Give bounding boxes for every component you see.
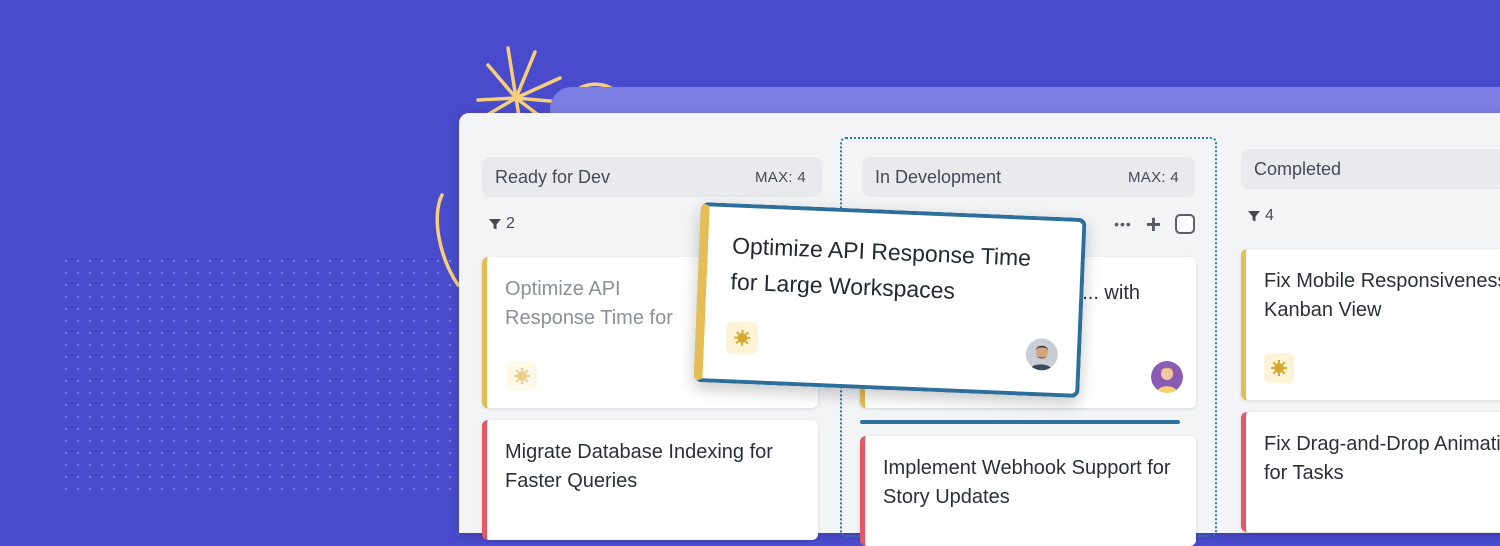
column-title: Completed	[1254, 158, 1342, 179]
column-header[interactable]: Completed	[1241, 149, 1500, 189]
add-card-button[interactable]: +	[1146, 209, 1161, 240]
avatar	[1151, 361, 1183, 393]
filter-count[interactable]: 4	[1247, 207, 1274, 225]
drop-indicator	[860, 420, 1180, 424]
card-title: Optimize API Response Time for Large Wor…	[505, 278, 673, 329]
sun-icon	[514, 368, 530, 384]
wip-limit: MAX: 4	[755, 168, 806, 186]
priority-badge	[725, 321, 759, 355]
column-header[interactable]: Ready for Dev MAX: 4	[482, 157, 822, 197]
card-webhook-support[interactable]: Implement Webhook Support for Story Upda…	[860, 436, 1196, 546]
column-header[interactable]: In Development MAX: 4	[862, 157, 1195, 197]
column-title: Ready for Dev	[495, 166, 611, 187]
select-checkbox[interactable]	[1175, 214, 1195, 234]
filter-icon	[1248, 211, 1260, 222]
column-title: In Development	[875, 166, 1002, 187]
card-title: Fix Mobile Responsiveness in Kanban View	[1264, 270, 1500, 321]
filter-icon	[489, 219, 501, 230]
priority-badge	[1264, 353, 1294, 383]
card-title: Optimize API Response Time for Large Wor…	[730, 232, 1032, 304]
filter-count-value: 4	[1265, 207, 1274, 224]
dot-pattern	[60, 255, 480, 500]
column-completed: Completed 4 ••	[1241, 149, 1500, 231]
dragging-card[interactable]: Optimize API Response Time for Large Wor…	[693, 201, 1087, 399]
filter-count[interactable]: 2	[488, 215, 515, 233]
wip-limit: MAX: 4	[1128, 168, 1179, 186]
avatar	[1025, 338, 1058, 371]
more-options-icon[interactable]: •••	[1114, 216, 1132, 232]
card-fix-drag-drop[interactable]: Fix Drag-and-Drop Animation for Tasks	[1241, 412, 1500, 532]
card-title: Implement Webhook Support for Story Upda…	[883, 457, 1171, 508]
sun-icon	[1271, 360, 1287, 376]
sun-icon	[734, 329, 751, 346]
card-title: Fix Drag-and-Drop Animation for Tasks	[1264, 433, 1500, 484]
card-title: Migrate Database Indexing for Faster Que…	[505, 441, 773, 492]
priority-badge	[507, 361, 537, 391]
card-fix-mobile[interactable]: Fix Mobile Responsiveness in Kanban View	[1241, 249, 1500, 400]
filter-count-value: 2	[506, 215, 515, 232]
card-migrate-database[interactable]: Migrate Database Indexing for Faster Que…	[482, 420, 818, 540]
